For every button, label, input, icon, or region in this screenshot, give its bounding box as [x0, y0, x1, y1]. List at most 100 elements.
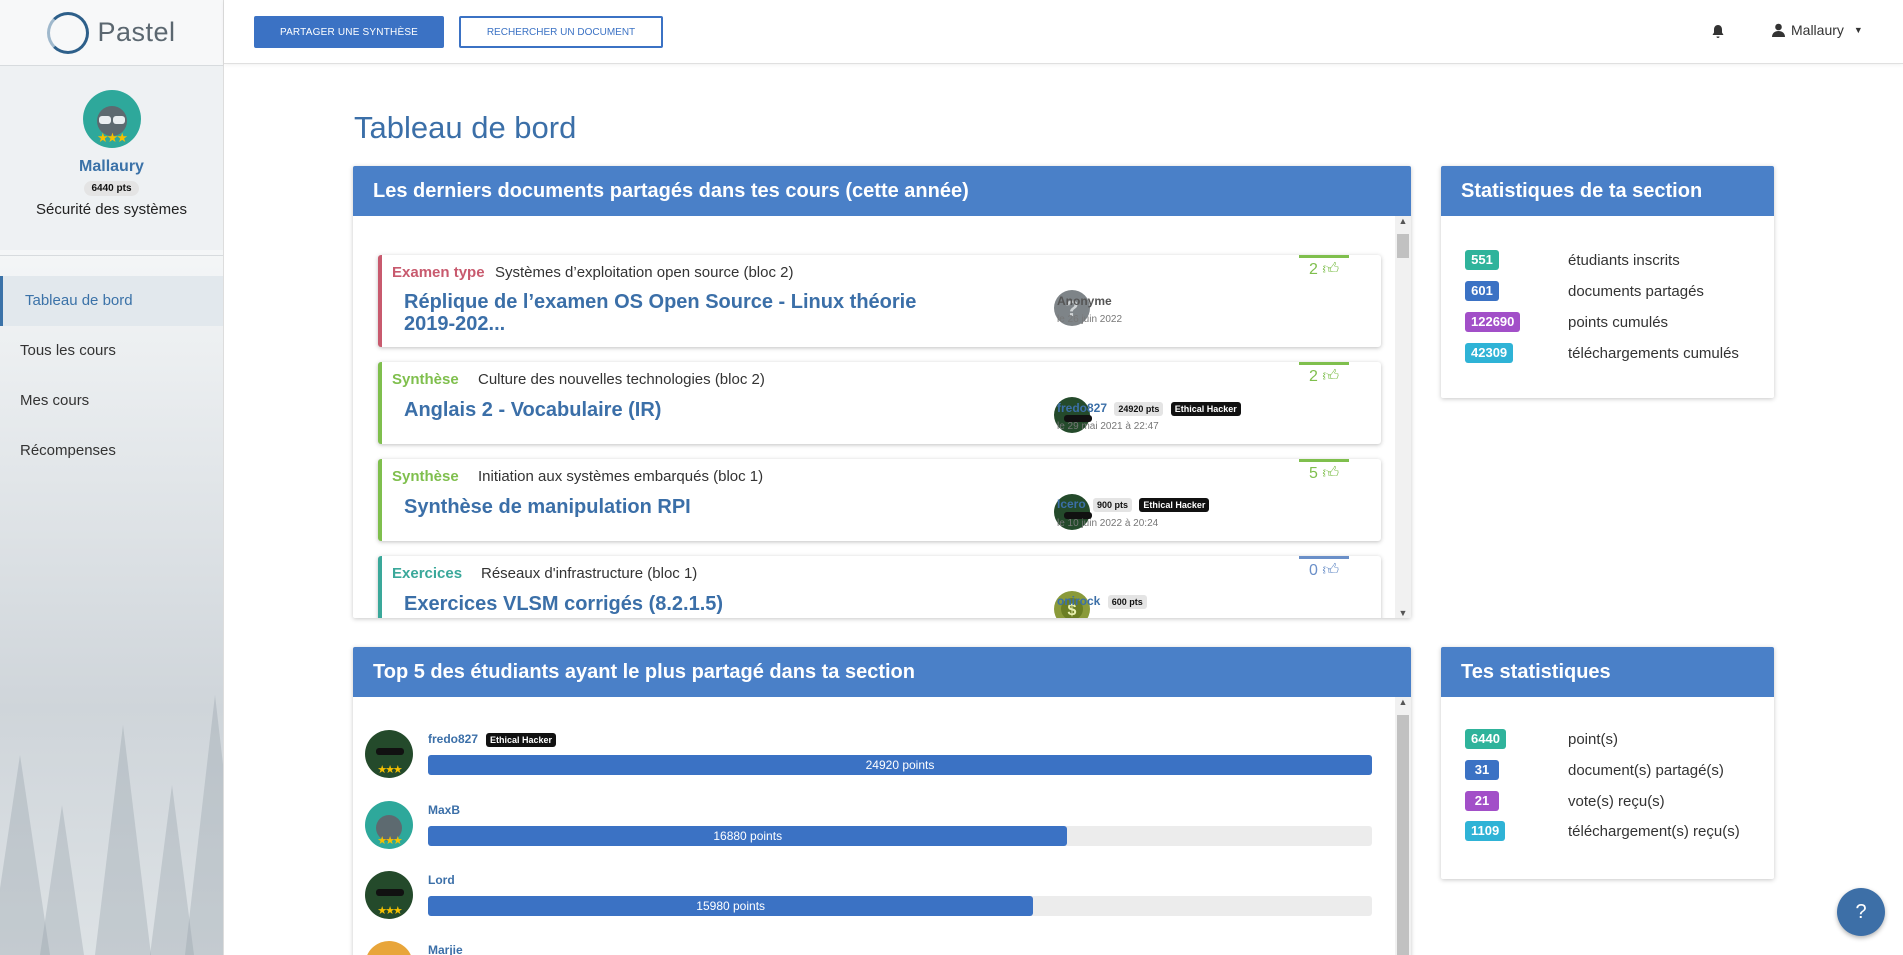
section-stats-heading: Statistiques de ta section: [1441, 166, 1774, 216]
student-rank-badge: Ethical Hacker: [486, 732, 557, 747]
stat-value: 21: [1465, 791, 1499, 811]
sidebar-item-all-courses[interactable]: Tous les cours: [0, 326, 223, 376]
stars-icon: ★★★: [377, 835, 403, 847]
document-author[interactable]: Icero: [1057, 497, 1086, 511]
app-name: Pastel: [97, 17, 176, 47]
sidebar-item-dashboard[interactable]: Tableau de bord: [0, 276, 223, 326]
document-title[interactable]: Synthèse de manipulation RPI: [404, 496, 964, 518]
my-stats-heading: Tes statistiques: [1441, 647, 1774, 697]
bell-icon[interactable]: [1711, 24, 1725, 39]
recent-documents-heading: Les derniers documents partagés dans tes…: [353, 166, 1411, 216]
scroll-up-icon[interactable]: ▲: [1395, 697, 1411, 707]
stat-label: étudiants inscrits: [1568, 251, 1680, 269]
document-type: Exercices: [392, 565, 463, 582]
user-name: Mallaury: [1791, 22, 1844, 38]
author-line: Icero 900 pts Ethical Hacker: [1057, 497, 1210, 512]
stat-row: 551 étudiants inscrits: [1465, 249, 1680, 271]
stat-row: 31 document(s) partagé(s): [1465, 759, 1724, 781]
document-type: Synthèse: [392, 371, 459, 388]
profile-points-badge: 6440 pts: [84, 181, 139, 196]
vote-value: 2: [1308, 368, 1318, 385]
top5-heading: Top 5 des étudiants ayant le plus partag…: [353, 647, 1411, 697]
top5-scrollbar[interactable]: ▲: [1395, 697, 1411, 955]
student-name[interactable]: Marjie: [428, 943, 463, 955]
points-bar-fill: 24920 points: [428, 755, 1372, 775]
app-logo[interactable]: Pastel: [0, 0, 223, 66]
author-points-badge: 24920 pts: [1114, 401, 1164, 416]
vote-value: 5: [1308, 465, 1318, 482]
stat-label: points cumulés: [1568, 313, 1669, 331]
author-line: onirock 600 pts: [1057, 594, 1147, 609]
page-title: Tableau de bord: [354, 110, 577, 145]
stat-row: 6440 point(s): [1465, 728, 1618, 750]
student-avatar: ★★★: [365, 730, 413, 778]
user-menu[interactable]: Mallaury ▼: [1772, 22, 1863, 38]
logo-icon: [47, 11, 90, 54]
stat-value: 42309: [1465, 343, 1514, 363]
stat-label: vote(s) reçu(s): [1568, 792, 1665, 810]
vote-count[interactable]: 0 👍︎: [1299, 556, 1349, 579]
document-card[interactable]: Exercices Réseaux d'infrastructure (bloc…: [378, 556, 1381, 618]
document-author[interactable]: fredo827: [1057, 401, 1107, 415]
profile-name: Mallaury: [79, 158, 144, 175]
document-author[interactable]: onirock: [1057, 594, 1100, 608]
stars-icon: ★★★: [377, 905, 403, 917]
vote-count[interactable]: 5 👍︎: [1299, 459, 1349, 482]
document-card[interactable]: Synthèse Culture des nouvelles technolog…: [378, 362, 1381, 444]
document-title[interactable]: Exercices VLSM corrigés (8.2.1.5): [404, 593, 964, 615]
document-course: Initiation aux systèmes embarqués (bloc …: [478, 468, 764, 485]
student-name[interactable]: MaxB: [428, 803, 460, 817]
points-bar: 15980 points: [428, 896, 1372, 916]
thumbs-up-icon: 👍︎: [1322, 368, 1340, 385]
document-course: Systèmes d’exploitation open source (blo…: [495, 264, 794, 281]
document-card[interactable]: Synthèse Initiation aux systèmes embarqu…: [378, 459, 1381, 541]
vote-count[interactable]: 2 👍︎: [1299, 255, 1349, 278]
stat-value: 6440: [1465, 729, 1506, 749]
stat-row: 1109 téléchargement(s) reçu(s): [1465, 820, 1740, 842]
vote-value: 2: [1308, 261, 1318, 278]
recent-documents-scrollbar[interactable]: ▲ ▼: [1395, 216, 1411, 618]
sidebar-item-rewards[interactable]: Récompenses: [0, 426, 223, 476]
document-type: Examen type: [392, 264, 485, 281]
document-title[interactable]: Réplique de l’examen OS Open Source - Li…: [404, 291, 964, 335]
sidebar-nav: Tableau de bord Tous les cours Mes cours…: [0, 276, 223, 476]
sidebar-item-my-courses[interactable]: Mes cours: [0, 376, 223, 426]
document-date: le 10 juin 2022 à 20:24: [1057, 518, 1159, 529]
stat-row: 21 vote(s) reçu(s): [1465, 790, 1665, 812]
vote-count[interactable]: 2 👍︎: [1299, 362, 1349, 385]
student-avatar: [365, 941, 413, 955]
points-bar-fill: 16880 points: [428, 826, 1068, 846]
thumbs-up-icon: 👍︎: [1322, 562, 1340, 579]
stat-value: 122690: [1465, 312, 1521, 332]
stat-value: 31: [1465, 760, 1499, 780]
scroll-up-icon[interactable]: ▲: [1395, 216, 1411, 226]
stat-label: point(s): [1568, 730, 1619, 748]
author-points-badge: 900 pts: [1093, 497, 1133, 512]
document-course: Réseaux d'infrastructure (bloc 1): [481, 565, 698, 582]
points-bar: 24920 points: [428, 755, 1372, 775]
scroll-down-icon[interactable]: ▼: [1395, 608, 1411, 618]
share-synthesis-button[interactable]: Partager une synthèse: [254, 16, 444, 48]
profile-section: Sécurité des systèmes: [36, 201, 187, 218]
author-rank-badge: Ethical Hacker: [1170, 401, 1241, 416]
student-name[interactable]: fredo827: [428, 732, 478, 746]
user-icon: [1772, 23, 1785, 37]
top5-row: ★★★ Lord 15980 points: [365, 871, 1377, 931]
avatar[interactable]: ★★★: [82, 90, 141, 148]
document-date: le 26 juin 2022: [1057, 314, 1123, 325]
stat-row: 601 documents partagés: [1465, 280, 1704, 302]
top5-row: ★★★ MaxB 16880 points: [365, 801, 1377, 861]
search-document-button[interactable]: Rechercher un document: [459, 16, 663, 48]
student-avatar: ★★★: [365, 871, 413, 919]
main-content: Tableau de bord Les derniers documents p…: [224, 64, 1903, 955]
student-avatar: ★★★: [365, 801, 413, 849]
help-button[interactable]: ?: [1837, 888, 1885, 936]
top-bar: Partager une synthèse Rechercher un docu…: [224, 0, 1903, 64]
points-bar-fill: 15980 points: [428, 896, 1034, 916]
stat-value: 1109: [1465, 821, 1506, 841]
student-line: fredo827 Ethical Hacker: [428, 732, 557, 747]
section-stats-card: Statistiques de ta section 551 étudiants …: [1441, 166, 1774, 398]
document-title[interactable]: Anglais 2 - Vocabulaire (IR): [404, 399, 964, 421]
document-card[interactable]: Examen type Systèmes d’exploitation open…: [378, 255, 1381, 347]
student-name[interactable]: Lord: [428, 873, 455, 887]
